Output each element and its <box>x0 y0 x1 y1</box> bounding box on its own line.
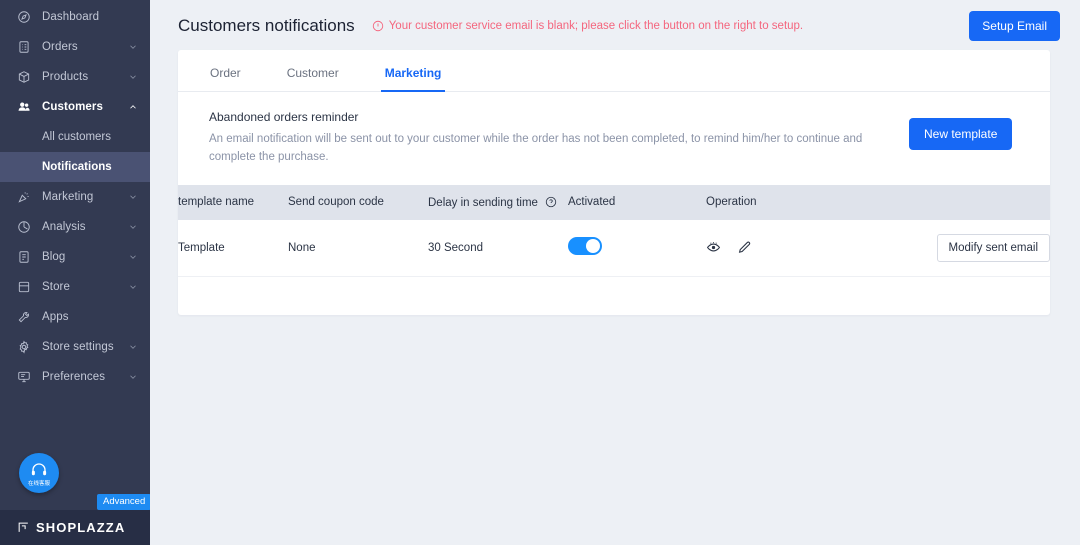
sidebar-subitem-all-customers[interactable]: All customers <box>0 122 150 152</box>
sidebar-item-label: Store <box>42 281 70 293</box>
sidebar-item-label: Apps <box>42 311 69 323</box>
document-icon <box>16 250 31 265</box>
sidebar-item-store[interactable]: Store <box>0 272 150 302</box>
monitor-icon <box>16 370 31 385</box>
modify-sent-email-button[interactable]: Modify sent email <box>936 233 1050 262</box>
exclamation-circle-icon <box>372 20 384 32</box>
table-row: Template None 30 Second Modify sent emai… <box>178 219 1050 277</box>
sidebar-item-analysis[interactable]: Analysis <box>0 212 150 242</box>
chevron-down-icon <box>128 72 138 82</box>
warning-text: Your customer service email is blank; pl… <box>388 19 804 32</box>
sidebar-item-preferences[interactable]: Preferences <box>0 362 150 392</box>
section-body: An email notification will be sent out t… <box>209 133 863 163</box>
clipboard-icon <box>16 40 31 55</box>
cell-send-coupon-code: None <box>288 219 428 277</box>
headset-icon <box>30 460 48 479</box>
sidebar-item-label: Store settings <box>42 341 114 353</box>
sidebar-item-customers[interactable]: Customers <box>0 92 150 122</box>
eye-icon[interactable] <box>706 240 721 255</box>
page-title: Customers notifications <box>178 15 355 35</box>
question-circle-icon[interactable] <box>545 196 557 208</box>
cell-template-name: Template <box>178 219 288 277</box>
chevron-down-icon <box>128 252 138 262</box>
sidebar-item-label: Preferences <box>42 371 106 383</box>
store-icon <box>16 280 31 295</box>
users-icon <box>16 100 31 115</box>
page-header: Customers notifications Your customer se… <box>150 0 1080 50</box>
pie-chart-icon <box>16 220 31 235</box>
section-title: Abandoned orders reminder <box>209 110 359 124</box>
pencil-icon[interactable] <box>737 240 752 255</box>
app-root: Dashboard Orders Products Customers All … <box>0 0 1080 545</box>
cell-actions: Modify sent email <box>896 219 1050 277</box>
new-template-button[interactable]: New template <box>909 118 1013 150</box>
sidebar-item-products[interactable]: Products <box>0 62 150 92</box>
column-send-coupon-code: Send coupon code <box>288 184 428 220</box>
sidebar-subitem-label: Notifications <box>42 161 112 173</box>
tab-marketing[interactable]: Marketing <box>380 66 446 92</box>
sidebar-item-label: Analysis <box>42 221 86 233</box>
setup-email-button[interactable]: Setup Email <box>969 10 1060 41</box>
cell-delay-in-sending-time: 30 Second <box>428 219 568 277</box>
section-description: Abandoned orders reminder An email notif… <box>178 92 1050 185</box>
main-content: Customers notifications Your customer se… <box>150 0 1080 545</box>
column-activated: Activated <box>568 184 706 220</box>
templates-table: template name Send coupon code Delay in … <box>178 184 1050 277</box>
sidebar-item-marketing[interactable]: Marketing <box>0 182 150 212</box>
chevron-down-icon <box>128 372 138 382</box>
tab-customer[interactable]: Customer <box>287 66 339 91</box>
box-icon <box>16 70 31 85</box>
shoplazza-mark-icon <box>17 521 30 534</box>
sidebar-item-dashboard[interactable]: Dashboard <box>0 2 150 32</box>
sidebar-item-blog[interactable]: Blog <box>0 242 150 272</box>
sidebar-subitem-notifications[interactable]: Notifications <box>0 152 150 182</box>
sidebar-item-label: Blog <box>42 251 66 263</box>
compass-icon <box>16 10 31 25</box>
table-body: Template None 30 Second Modify sent emai… <box>178 219 1050 277</box>
card-footer-space <box>178 277 1050 315</box>
notifications-card: Order Customer Marketing Abandoned order… <box>178 50 1050 315</box>
sidebar-item-label: Products <box>42 71 89 83</box>
sidebar-item-label: Dashboard <box>42 11 100 23</box>
brand-name: SHOPLAZZA <box>36 520 126 535</box>
tab-order[interactable]: Order <box>210 66 241 91</box>
chevron-up-icon <box>128 102 138 112</box>
live-support-button[interactable]: 在线客服 <box>19 453 59 493</box>
table-header: template name Send coupon code Delay in … <box>178 184 1050 220</box>
chevron-down-icon <box>128 342 138 352</box>
warning-message: Your customer service email is blank; pl… <box>372 20 803 32</box>
live-support-label: 在线客服 <box>27 480 51 487</box>
sidebar-item-label: Marketing <box>42 191 94 203</box>
megaphone-icon <box>16 190 31 205</box>
chevron-down-icon <box>128 42 138 52</box>
column-actions <box>896 184 1050 220</box>
sidebar-item-apps[interactable]: Apps <box>0 302 150 332</box>
tab-bar: Order Customer Marketing <box>178 50 1050 92</box>
column-delay-label: Delay in sending time <box>428 196 538 209</box>
cell-operation <box>706 219 896 277</box>
chevron-down-icon <box>128 192 138 202</box>
column-delay-in-sending-time: Delay in sending time <box>428 184 568 220</box>
cell-activated <box>568 219 706 277</box>
sidebar-item-label: Orders <box>42 41 78 53</box>
sidebar-item-store-settings[interactable]: Store settings <box>0 332 150 362</box>
column-operation: Operation <box>706 184 896 220</box>
wrench-icon <box>16 310 31 325</box>
sidebar-item-label: Customers <box>42 101 103 113</box>
gear-icon <box>16 340 31 355</box>
chevron-down-icon <box>128 282 138 292</box>
sidebar-item-orders[interactable]: Orders <box>0 32 150 62</box>
toggle-knob <box>586 239 600 254</box>
brand-bar: Advanced SHOPLAZZA <box>0 494 152 545</box>
plan-badge: Advanced <box>97 494 152 510</box>
column-template-name: template name <box>178 184 288 220</box>
chevron-down-icon <box>128 222 138 232</box>
sidebar: Dashboard Orders Products Customers All … <box>0 0 152 545</box>
sidebar-subitem-label: All customers <box>42 131 112 143</box>
activated-toggle[interactable] <box>568 237 602 256</box>
sidebar-nav: Dashboard Orders Products Customers All … <box>0 0 150 392</box>
